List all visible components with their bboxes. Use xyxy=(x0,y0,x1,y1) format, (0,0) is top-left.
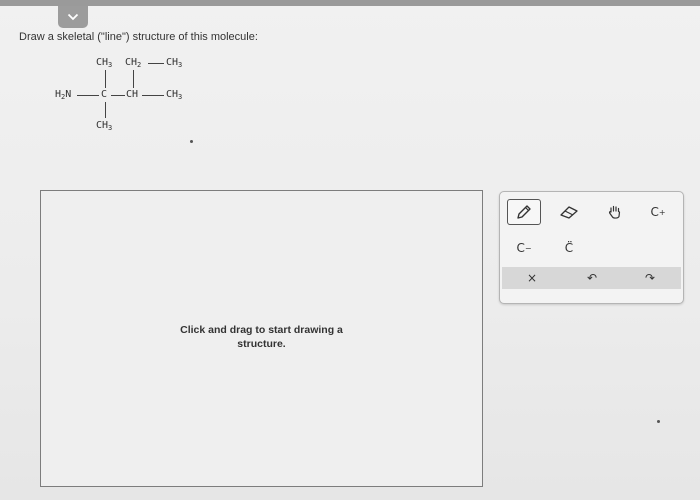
stray-dot xyxy=(657,420,660,423)
close-icon: × xyxy=(526,271,538,285)
eraser-tool-button[interactable] xyxy=(552,199,586,225)
carbanion-charge: − xyxy=(524,243,532,253)
pencil-tool-button[interactable] xyxy=(507,199,541,225)
pencil-icon xyxy=(517,205,531,219)
stray-dot xyxy=(190,140,193,143)
carbanion-tool-button[interactable]: C − xyxy=(507,235,541,261)
bond-ch-ch3 xyxy=(142,95,164,96)
atom-amine: H2N xyxy=(55,89,72,101)
bond-ch2-ch xyxy=(133,70,134,88)
atom-top-left-ch3: CH3 xyxy=(96,57,113,69)
bond-c-ch xyxy=(111,95,125,96)
atom-right-ch3: CH3 xyxy=(166,89,183,101)
undo-button[interactable]: ↶ xyxy=(572,267,612,289)
undo-icon: ↶ xyxy=(586,271,598,285)
drawing-toolbar: C + C − C̈ × ↶ ↷ xyxy=(499,191,684,304)
radical-tool-button[interactable]: C̈ xyxy=(552,235,586,261)
atom-center-c: C xyxy=(101,89,108,100)
toolbar-action-row: × ↶ ↷ xyxy=(502,267,681,289)
carbanion-label: C xyxy=(516,241,525,255)
top-strip xyxy=(0,0,700,6)
clear-button[interactable]: × xyxy=(512,267,552,289)
bond-ch2-ch3 xyxy=(148,63,164,64)
carbocation-charge: + xyxy=(658,207,666,217)
question-prompt: Draw a skeletal ("line") structure of th… xyxy=(19,31,258,43)
redo-button[interactable]: ↷ xyxy=(630,267,670,289)
carbocation-label: C xyxy=(650,205,659,219)
redo-icon: ↷ xyxy=(644,271,656,285)
canvas-hint-line1: Click and drag to start drawing a xyxy=(180,324,343,336)
carbocation-tool-button[interactable]: C + xyxy=(641,199,675,225)
bond-n-c xyxy=(77,95,99,96)
canvas-hint: Click and drag to start drawing a struct… xyxy=(41,323,482,351)
bond-ch3-c xyxy=(105,70,106,88)
drawing-canvas[interactable]: Click and drag to start drawing a struct… xyxy=(40,190,483,487)
atom-bottom-ch3: CH3 xyxy=(96,120,113,132)
hand-tool-button[interactable] xyxy=(598,199,632,225)
canvas-hint-line2: structure. xyxy=(237,338,286,350)
molecule-structure: CH3 CH2 CH3 H2N C CH CH3 CH3 xyxy=(50,55,210,135)
atom-top-ch2: CH2 xyxy=(125,57,142,69)
eraser-icon xyxy=(560,206,578,219)
atom-ch: CH xyxy=(126,89,139,100)
collapse-tab[interactable] xyxy=(58,6,88,28)
chevron-down-icon xyxy=(67,13,79,21)
atom-top-right-ch3: CH3 xyxy=(166,57,183,69)
radical-label: C̈ xyxy=(564,241,574,255)
screen: Draw a skeletal ("line") structure of th… xyxy=(0,0,700,500)
bond-c-ch3-bottom xyxy=(105,102,106,118)
hand-icon xyxy=(608,205,621,219)
